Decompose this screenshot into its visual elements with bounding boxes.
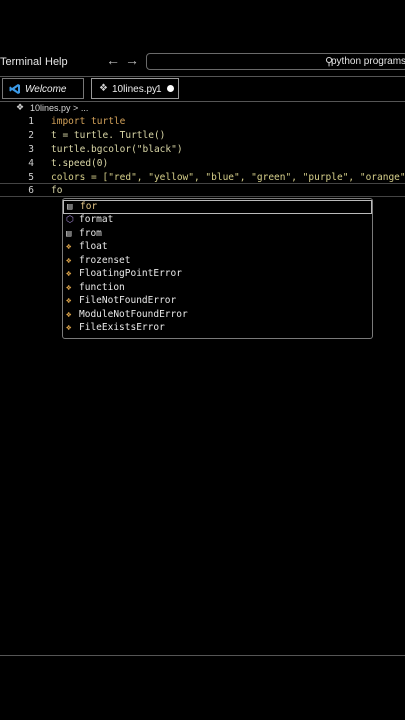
class-icon: ❖: [66, 296, 72, 306]
code-line[interactable]: t.speed(0): [51, 158, 108, 169]
back-arrow-icon[interactable]: ←: [106, 52, 120, 68]
code-editor[interactable]: 1 2 3 4 5 6 import turtle t = turtle. Tu…: [0, 115, 405, 656]
line-number: 4: [28, 158, 34, 169]
menu-terminal[interactable]: Terminal: [0, 56, 42, 68]
python-file-icon: ❖: [16, 102, 25, 112]
class-icon: ❖: [66, 309, 72, 320]
title-bar: Terminal Help ← → ⚲ python programs: [0, 50, 405, 76]
tab-10lines[interactable]: ❖ 10lines.py 1: [91, 78, 179, 99]
suggestion-item[interactable]: ❖ ModuleNotFoundError: [63, 309, 372, 323]
suggestion-item[interactable]: ❖ function: [63, 282, 372, 296]
cube-icon: ⬡: [66, 215, 74, 225]
code-line[interactable]: t = turtle. Turtle(): [51, 130, 165, 141]
python-file-icon: ❖: [99, 83, 108, 94]
class-icon: ❖: [66, 242, 72, 252]
line-number: 2: [28, 130, 34, 141]
suggestion-item[interactable]: ▤ from: [63, 228, 372, 242]
suggestion-item[interactable]: ⬡ format: [63, 214, 372, 228]
command-center-text: python programs: [331, 56, 405, 67]
line-number: 1: [28, 116, 34, 127]
code-line[interactable]: colors = ["red", "yellow", "blue", "gree…: [51, 172, 405, 183]
unsaved-dot-icon[interactable]: [167, 85, 174, 92]
suggestion-item[interactable]: ❖ frozenset: [63, 255, 372, 269]
command-center-search[interactable]: ⚲ python programs: [146, 53, 405, 70]
autocomplete-suggestions[interactable]: ▤ for ⬡ format ▤ from ❖ float ❖ frozense…: [62, 198, 373, 339]
code-line-active[interactable]: fo: [51, 185, 62, 196]
tab-welcome-label: Welcome: [25, 84, 67, 95]
vscode-logo-icon: [9, 84, 20, 94]
suggestion-item[interactable]: ▤ for: [63, 200, 372, 214]
code-line[interactable]: turtle.bgcolor("black"): [51, 144, 183, 155]
forward-arrow-icon[interactable]: →: [125, 52, 139, 68]
tab-10lines-label: 10lines.py: [112, 84, 158, 95]
editor-tabs: Welcome ❖ 10lines.py 1: [0, 76, 405, 102]
snippet-icon: ▤: [67, 202, 73, 212]
menu-help[interactable]: Help: [45, 56, 68, 68]
class-icon: ❖: [66, 269, 72, 279]
suggestion-item[interactable]: ❖ FloatingPointError: [63, 268, 372, 282]
class-icon: ❖: [66, 255, 72, 266]
breadcrumb-more[interactable]: ...: [81, 103, 89, 113]
line-number: 6: [28, 185, 34, 196]
keyword-icon: ▤: [66, 228, 72, 239]
class-icon: ❖: [66, 282, 72, 293]
line-number: 3: [28, 144, 34, 155]
suggestion-item[interactable]: ❖ float: [63, 241, 372, 255]
breadcrumb-file[interactable]: 10lines.py: [30, 103, 71, 113]
chevron-right-icon: >: [73, 103, 81, 113]
class-icon: ❖: [66, 323, 72, 333]
suggestion-item[interactable]: ❖ FileNotFoundError: [63, 295, 372, 309]
code-line[interactable]: import turtle: [51, 116, 125, 127]
tab-problem-count: 1: [156, 84, 162, 95]
line-number: 5: [28, 172, 34, 183]
suggestion-item[interactable]: ❖ FileExistsError: [63, 322, 372, 336]
tab-welcome[interactable]: Welcome: [2, 78, 84, 99]
